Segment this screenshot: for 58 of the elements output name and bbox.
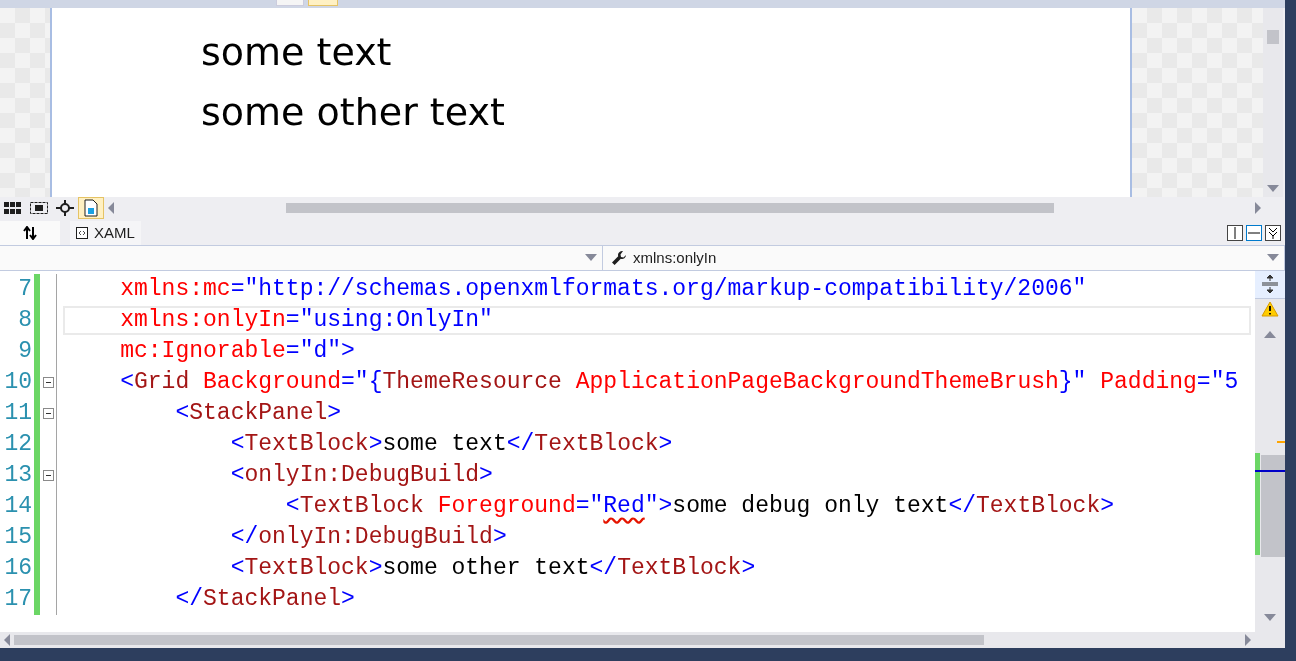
grid-frame-icon (30, 202, 48, 215)
vertical-scrollbar[interactable] (1263, 8, 1283, 197)
scroll-thumb[interactable] (1267, 30, 1279, 44)
member-dropdown[interactable]: xmlns:onlyIn (603, 245, 1285, 270)
collapse-icon[interactable] (42, 469, 54, 481)
swap-arrows-icon (23, 225, 37, 240)
scroll-down-arrow[interactable] (1266, 183, 1280, 193)
collapse-icon[interactable] (42, 376, 54, 388)
split-button[interactable] (1255, 270, 1285, 299)
line-number: 13 (3, 462, 33, 489)
scroll-up-arrow[interactable] (1263, 329, 1277, 339)
code-line: <Grid Background="{ThemeResource ApplicationPageBackgroundThemeBrush}" Padding="5 (119, 368, 1240, 397)
scroll-thumb[interactable] (1261, 454, 1285, 557)
line-number: 15 (3, 524, 33, 551)
scroll-left-arrow[interactable] (107, 201, 115, 216)
scroll-down-arrow[interactable] (1263, 613, 1277, 622)
pane-layout-button[interactable] (1227, 224, 1243, 241)
scroll-right-arrow[interactable] (1254, 201, 1262, 216)
scroll-thumb[interactable] (14, 635, 984, 645)
line-number: 11 (3, 400, 33, 427)
collapse-icon[interactable] (42, 407, 54, 419)
code-line: <TextBlock Foreground="Red">some debug only text</TextBlock> (284, 492, 1116, 521)
line-number: 17 (3, 586, 33, 613)
pane-layout-button[interactable] (1265, 224, 1281, 241)
code-line: <TextBlock>some text</TextBlock> (229, 430, 674, 459)
grid-icon (4, 202, 22, 215)
collapse-icon (1268, 226, 1278, 239)
caret-icon[interactable] (1266, 253, 1280, 263)
code-line: </StackPanel> (174, 585, 356, 614)
scroll-thumb[interactable] (286, 203, 1054, 214)
code-line: <TextBlock>some other text</TextBlock> (229, 554, 757, 583)
document-icon (83, 199, 99, 218)
crosshair-icon (56, 200, 74, 217)
warning-marker (1277, 440, 1285, 443)
line-number: 7 (17, 276, 33, 303)
scroll-right-arrow[interactable] (1244, 633, 1252, 647)
line-number: 8 (17, 307, 33, 334)
preview-text: some text (201, 29, 393, 76)
line-number: 9 (17, 338, 33, 365)
scroll-left-arrow[interactable] (3, 633, 11, 647)
code-line: <StackPanel> (174, 399, 343, 428)
code-line: xmlns:mc="http://schemas.openxmlformats.org/markup-compatibility/2006" (119, 275, 1088, 304)
splitter-icon (1262, 275, 1278, 294)
warning-icon[interactable] (1261, 300, 1279, 317)
line-number: 16 (3, 555, 33, 582)
code-line: </onlyIn:DebugBuild> (229, 523, 508, 552)
markup-file-icon (76, 226, 88, 239)
code-line: <onlyIn:DebugBuild> (229, 461, 494, 490)
preview-text: some other text (201, 89, 506, 136)
xaml-tab[interactable]: XAML (70, 220, 141, 245)
caret-icon[interactable] (584, 253, 598, 263)
caret-marker (1255, 469, 1285, 472)
line-number: 10 (3, 369, 33, 396)
line-number: 12 (3, 431, 33, 458)
code-line: mc:Ignorable="d"> (119, 337, 356, 366)
swap-panes-button[interactable] (0, 220, 60, 245)
line-number: 14 (3, 493, 33, 520)
wrench-icon (611, 249, 627, 266)
